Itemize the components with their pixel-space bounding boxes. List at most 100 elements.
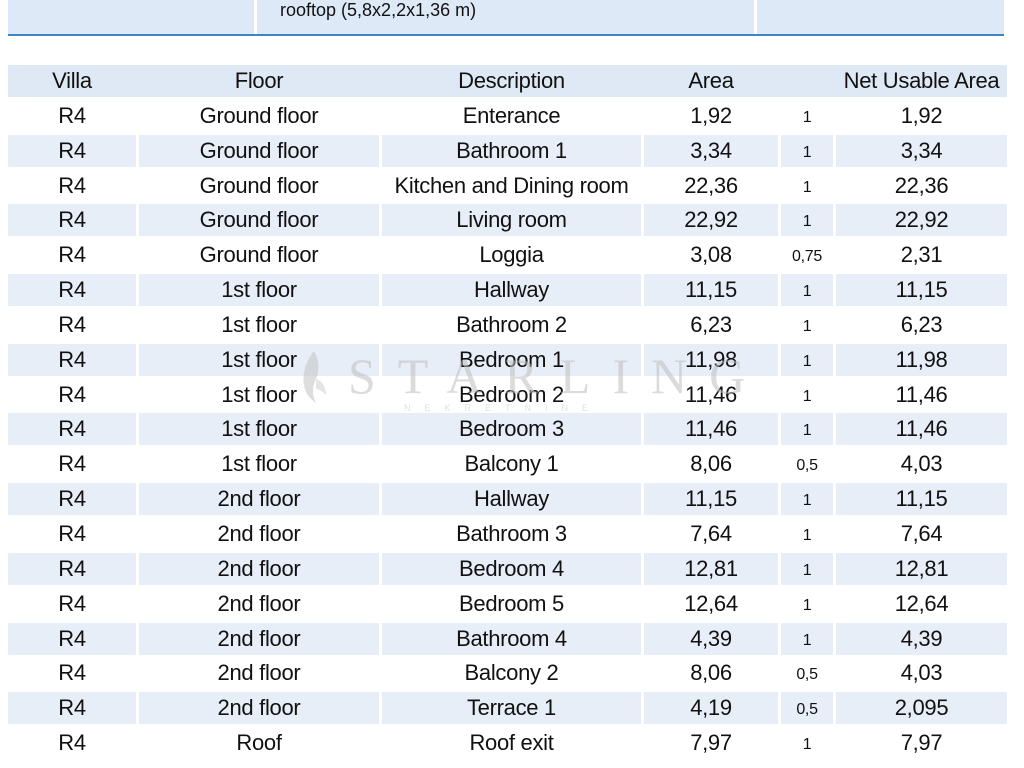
cell-factor: 1 [781,517,833,550]
cell-area: 6,23 [644,308,778,341]
cell-floor: 1st floor [139,308,379,341]
table-header-row: Villa Floor Description Area Net Usable … [8,65,1007,97]
cell-villa: R4 [8,134,136,167]
fragment-cell [8,0,254,34]
cell-net-usable-area: 11,46 [836,378,1007,411]
cell-description: Balcony 2 [382,657,641,690]
cell-description: Living room [382,204,641,237]
cell-villa: R4 [8,99,136,132]
cell-factor: 1 [781,552,833,585]
cell-net-usable-area: 4,39 [836,622,1007,655]
cell-net-usable-area: 11,15 [836,274,1007,307]
cell-description: Hallway [382,274,641,307]
cell-factor: 1 [781,622,833,655]
cell-villa: R4 [8,517,136,550]
cell-net-usable-area: 22,36 [836,169,1007,202]
cell-floor: Ground floor [139,99,379,132]
table-divider-rule [8,34,1004,36]
cell-area: 11,98 [644,343,778,376]
cell-factor: 1 [781,308,833,341]
cell-factor: 0,5 [781,692,833,725]
document-page: rooftop (5,8x2,2x1,36 m) Villa Floor Des… [0,0,1024,768]
cell-villa: R4 [8,239,136,272]
cell-net-usable-area: 4,03 [836,448,1007,481]
cell-net-usable-area: 12,64 [836,587,1007,620]
cell-factor: 1 [781,343,833,376]
cell-floor: 2nd floor [139,483,379,516]
table-row: R4 Roof Roof exit 7,97 1 7,97 [8,727,1007,760]
cell-factor: 1 [781,204,833,237]
table-row: R4 Ground floor Bathroom 1 3,34 1 3,34 [8,134,1007,167]
cell-villa: R4 [8,483,136,516]
cell-net-usable-area: 2,31 [836,239,1007,272]
cell-description: Enterance [382,99,641,132]
cell-floor: 2nd floor [139,517,379,550]
cell-description: Bedroom 2 [382,378,641,411]
cell-net-usable-area: 1,92 [836,99,1007,132]
cell-area: 22,92 [644,204,778,237]
fragment-text: rooftop (5,8x2,2x1,36 m) [280,0,477,20]
cell-description: Bathroom 1 [382,134,641,167]
cell-factor: 1 [781,483,833,516]
table-row: R4 Ground floor Loggia 3,08 0,75 2,31 [8,239,1007,272]
cell-description: Balcony 1 [382,448,641,481]
cell-floor: 1st floor [139,343,379,376]
cell-description: Hallway [382,483,641,516]
cell-description: Bathroom 4 [382,622,641,655]
cell-villa: R4 [8,552,136,585]
cell-floor: Ground floor [139,169,379,202]
cell-area: 8,06 [644,657,778,690]
cell-description: Bedroom 3 [382,413,641,446]
cell-floor: Roof [139,727,379,760]
cell-net-usable-area: 7,97 [836,727,1007,760]
cell-villa: R4 [8,204,136,237]
cell-floor: 2nd floor [139,552,379,585]
cell-area: 3,34 [644,134,778,167]
cell-net-usable-area: 11,15 [836,483,1007,516]
cell-villa: R4 [8,169,136,202]
cell-factor: 1 [781,134,833,167]
table-row: R4 2nd floor Bedroom 4 12,81 1 12,81 [8,552,1007,585]
cell-villa: R4 [8,657,136,690]
cell-villa: R4 [8,378,136,411]
cell-villa: R4 [8,274,136,307]
cell-floor: 2nd floor [139,622,379,655]
cell-factor: 1 [781,413,833,446]
cell-description: Terrace 1 [382,692,641,725]
cell-description: Kitchen and Dining room [382,169,641,202]
cell-factor: 0,75 [781,239,833,272]
table-row: R4 2nd floor Bathroom 4 4,39 1 4,39 [8,622,1007,655]
cell-area: 11,15 [644,274,778,307]
table-row: R4 2nd floor Balcony 2 8,06 0,5 4,03 [8,657,1007,690]
cell-net-usable-area: 2,095 [836,692,1007,725]
cell-area: 4,19 [644,692,778,725]
cell-net-usable-area: 11,46 [836,413,1007,446]
cell-factor: 1 [781,727,833,760]
table-row: R4 2nd floor Hallway 11,15 1 11,15 [8,483,1007,516]
cell-floor: Ground floor [139,204,379,237]
cell-net-usable-area: 6,23 [836,308,1007,341]
cell-factor: 1 [781,99,833,132]
table-row: R4 1st floor Hallway 11,15 1 11,15 [8,274,1007,307]
cell-factor: 0,5 [781,657,833,690]
table-body: R4 Ground floor Enterance 1,92 1 1,92 R4 Ground… [8,99,1007,760]
header-description: Description [382,65,641,97]
cell-description: Roof exit [382,727,641,760]
table-row: R4 1st floor Bedroom 2 11,46 1 11,46 [8,378,1007,411]
cell-net-usable-area: 22,92 [836,204,1007,237]
cell-area: 11,15 [644,483,778,516]
cell-floor: 1st floor [139,413,379,446]
cell-villa: R4 [8,622,136,655]
cell-area: 8,06 [644,448,778,481]
cell-description: Bedroom 4 [382,552,641,585]
cell-floor: Ground floor [139,239,379,272]
header-factor [781,65,833,97]
header-net-usable-area: Net Usable Area [836,65,1007,97]
cell-floor: Ground floor [139,134,379,167]
cell-villa: R4 [8,727,136,760]
cell-net-usable-area: 4,03 [836,657,1007,690]
area-table: Villa Floor Description Area Net Usable … [8,65,1007,762]
cell-net-usable-area: 3,34 [836,134,1007,167]
cell-description: Bathroom 3 [382,517,641,550]
cell-area: 4,39 [644,622,778,655]
